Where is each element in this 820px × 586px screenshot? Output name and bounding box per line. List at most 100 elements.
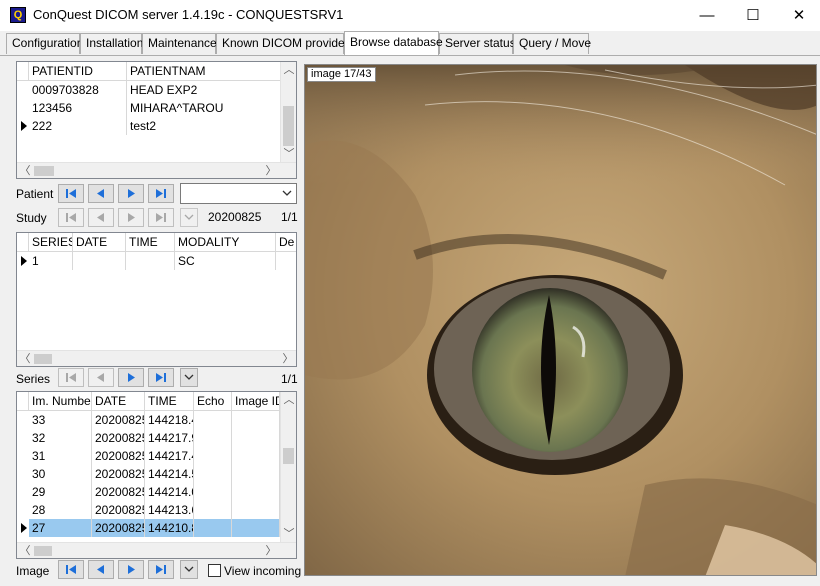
scroll-left-icon[interactable]: 〈 [17, 351, 33, 366]
scroll-up-icon[interactable]: ︿ [281, 62, 296, 78]
series-count: 1/1 [281, 372, 298, 386]
chevron-down-icon [184, 566, 194, 572]
scroll-thumb[interactable] [283, 106, 294, 146]
scroll-thumb[interactable] [34, 354, 52, 364]
column-header-patientid[interactable]: PATIENTID [29, 62, 127, 80]
series-horizontal-scrollbar[interactable]: 〈 〉 [17, 350, 296, 366]
scroll-up-icon[interactable]: ︿ [281, 392, 296, 408]
tab-configuration[interactable]: Configuration [6, 33, 83, 54]
image-id-cell [232, 519, 280, 537]
previous-icon [97, 373, 104, 382]
patient-previous-button[interactable] [88, 184, 114, 203]
scroll-thumb[interactable] [34, 166, 54, 176]
series-next-button[interactable] [118, 368, 144, 387]
study-last-button[interactable] [148, 208, 174, 227]
image-row[interactable]: 31 20200825 144217.4 [17, 447, 280, 465]
patient-row[interactable]: 222 test2 [17, 117, 281, 135]
view-incoming-checkbox[interactable] [208, 564, 221, 577]
image-date-cell: 20200825 [92, 501, 145, 519]
patient-next-button[interactable] [118, 184, 144, 203]
image-row[interactable]: 29 20200825 144214.0 [17, 483, 280, 501]
image-previous-button[interactable] [88, 560, 114, 579]
image-row[interactable]: 30 20200825 144214.5 [17, 465, 280, 483]
patient-first-button[interactable] [58, 184, 84, 203]
scroll-left-icon[interactable]: 〈 [17, 163, 33, 178]
scroll-thumb[interactable] [283, 448, 294, 464]
previous-icon [97, 565, 104, 574]
image-horizontal-scrollbar[interactable]: 〈 〉 [17, 542, 296, 558]
study-next-button[interactable] [118, 208, 144, 227]
study-first-button[interactable] [58, 208, 84, 227]
tab-server-status[interactable]: Server status [439, 33, 516, 54]
image-next-button[interactable] [118, 560, 144, 579]
patient-vertical-scrollbar[interactable]: ︿ ﹀ [280, 62, 296, 162]
image-time-cell: 144214.0 [145, 483, 194, 501]
scroll-right-icon[interactable]: 〉 [280, 351, 296, 366]
image-row[interactable]: 32 20200825 144217.9 [17, 429, 280, 447]
patient-last-button[interactable] [148, 184, 174, 203]
scroll-left-icon[interactable]: 〈 [17, 543, 33, 558]
image-row-selected[interactable]: 27 20200825 144210.8 [17, 519, 280, 537]
column-header-patientname[interactable]: PATIENTNAM [127, 62, 281, 80]
image-last-button[interactable] [148, 560, 174, 579]
series-dropdown-button[interactable] [180, 368, 198, 387]
patient-row[interactable]: 123456 MIHARA^TAROU [17, 99, 281, 117]
image-id-cell [232, 429, 280, 447]
column-header-image-id[interactable]: Image ID [232, 392, 280, 410]
view-incoming-label[interactable]: View incoming [224, 564, 301, 578]
series-previous-button[interactable] [88, 368, 114, 387]
column-header-echo[interactable]: Echo [194, 392, 232, 410]
series-first-button[interactable] [58, 368, 84, 387]
image-viewer[interactable] [304, 64, 817, 576]
tab-installation[interactable]: Installation [80, 33, 143, 54]
study-label: Study [16, 211, 47, 225]
column-header-time[interactable]: TIME [126, 233, 175, 251]
image-dropdown-button[interactable] [180, 560, 198, 579]
tab-known-dicom-providers[interactable]: Known DICOM providers [216, 33, 355, 54]
scroll-right-icon[interactable]: 〉 [263, 543, 279, 558]
previous-icon [97, 213, 104, 222]
image-row[interactable]: 33 20200825 144218.4 [17, 411, 280, 429]
tab-browse-database[interactable]: Browse database [344, 31, 443, 55]
chevron-down-icon [184, 374, 194, 380]
series-grid[interactable]: SERIES DATE TIME MODALITY De 1 SC 〈 〉 [16, 232, 297, 367]
column-header-series[interactable]: SERIES [29, 233, 73, 251]
patient-horizontal-scrollbar[interactable]: 〈 〉 [17, 162, 296, 178]
minimize-button[interactable]: — [684, 0, 730, 31]
study-dropdown-button[interactable] [180, 208, 198, 227]
series-row[interactable]: 1 SC [17, 252, 296, 270]
study-previous-button[interactable] [88, 208, 114, 227]
close-button[interactable]: ✕ [776, 0, 820, 31]
column-header-time[interactable]: TIME [145, 392, 194, 410]
last-icon [156, 373, 166, 382]
patient-grid[interactable]: PATIENTID PATIENTNAM 0009703828 HEAD EXP… [16, 61, 297, 179]
column-header-image-number[interactable]: Im. Number [29, 392, 92, 410]
column-header-date[interactable]: DATE [92, 392, 145, 410]
maximize-button[interactable]: ☐ [730, 0, 776, 31]
image-first-button[interactable] [58, 560, 84, 579]
image-number-cell: 31 [29, 447, 92, 465]
image-vertical-scrollbar[interactable]: ︿ ﹀ [280, 392, 296, 542]
last-icon [156, 565, 166, 574]
scroll-right-icon[interactable]: 〉 [263, 163, 279, 178]
cat-eye-image [305, 65, 816, 575]
image-grid[interactable]: Im. Number DATE TIME Echo Image ID 33 20… [16, 391, 297, 559]
scroll-down-icon[interactable]: ﹀ [281, 526, 296, 542]
scroll-down-icon[interactable]: ﹀ [281, 146, 296, 162]
image-id-cell [232, 411, 280, 429]
image-id-cell [232, 483, 280, 501]
image-time-cell: 144214.5 [145, 465, 194, 483]
scroll-thumb[interactable] [34, 546, 52, 556]
column-header-description[interactable]: De [276, 233, 296, 251]
patient-row[interactable]: 0009703828 HEAD EXP2 [17, 81, 281, 99]
column-header-modality[interactable]: MODALITY [175, 233, 276, 251]
patient-filter-combobox[interactable] [180, 183, 297, 204]
series-last-button[interactable] [148, 368, 174, 387]
study-date: 20200825 [208, 210, 262, 224]
image-time-cell: 144218.4 [145, 411, 194, 429]
tab-query-move[interactable]: Query / Move [513, 33, 591, 54]
column-header-date[interactable]: DATE [73, 233, 126, 251]
image-date-cell: 20200825 [92, 519, 145, 537]
tab-maintenance[interactable]: Maintenance [142, 33, 217, 54]
image-row[interactable]: 28 20200825 144213.6 [17, 501, 280, 519]
